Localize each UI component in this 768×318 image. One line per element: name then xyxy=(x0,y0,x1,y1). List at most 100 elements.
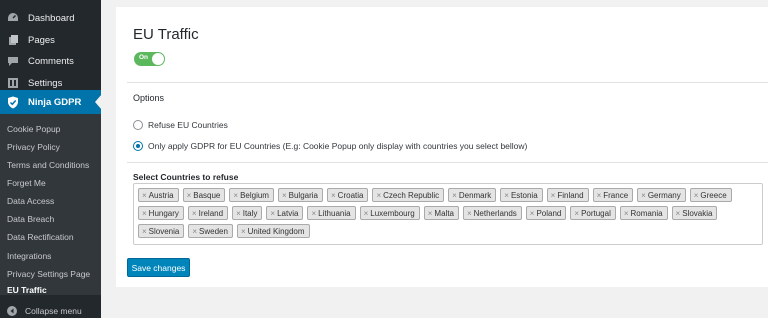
submenu-item-eu-traffic[interactable]: EU Traffic xyxy=(7,285,47,295)
country-tag[interactable]: × Finland xyxy=(546,188,589,202)
remove-tag-icon[interactable]: × xyxy=(233,191,238,200)
country-tag[interactable]: × Czech Republic xyxy=(372,188,445,202)
menu-item-ninja-gdpr[interactable]: Ninja GDPR xyxy=(0,90,101,114)
submenu-item-data-breach[interactable]: Data Breach xyxy=(7,214,54,224)
country-tag[interactable]: × Portugal xyxy=(570,206,616,220)
country-tag[interactable]: × France xyxy=(592,188,634,202)
submenu-item-data-rectification[interactable]: Data Rectification xyxy=(7,232,74,242)
toggle-knob xyxy=(152,53,164,65)
remove-tag-icon[interactable]: × xyxy=(364,209,369,218)
country-tag[interactable]: × Greece xyxy=(689,188,732,202)
country-tag[interactable]: × Luxembourg xyxy=(359,206,420,220)
remove-tag-icon[interactable]: × xyxy=(530,209,535,218)
remove-tag-icon[interactable]: × xyxy=(551,191,556,200)
remove-tag-icon[interactable]: × xyxy=(676,209,681,218)
country-tag-label: Portugal xyxy=(581,208,611,218)
country-tag[interactable]: × Hungary xyxy=(138,206,184,220)
remove-tag-icon[interactable]: × xyxy=(331,191,336,200)
country-tag[interactable]: × Ireland xyxy=(187,206,229,220)
options-label: Options xyxy=(133,93,165,103)
country-tag[interactable]: × Malta xyxy=(423,206,459,220)
remove-tag-icon[interactable]: × xyxy=(192,209,197,218)
remove-tag-icon[interactable]: × xyxy=(641,191,646,200)
country-tag-label: Slovenia xyxy=(148,226,180,236)
country-tag-label: Greece xyxy=(700,190,727,200)
country-tag[interactable]: × Slovakia xyxy=(671,206,718,220)
submenu-item-integrations[interactable]: Integrations xyxy=(7,251,51,261)
radio-label: Only apply GDPR for EU Countries (E.g: C… xyxy=(148,141,528,151)
submenu-item-privacy-policy[interactable]: Privacy Policy xyxy=(7,142,60,152)
country-tag[interactable]: × Sweden xyxy=(188,224,233,238)
shield-icon xyxy=(6,95,20,109)
country-tag[interactable]: × Italy xyxy=(232,206,263,220)
remove-tag-icon[interactable]: × xyxy=(311,209,316,218)
radio-refuse-eu[interactable]: Refuse EU Countries xyxy=(133,120,228,130)
remove-tag-icon[interactable]: × xyxy=(241,227,246,236)
country-tag-label: Czech Republic xyxy=(383,190,440,200)
country-tag[interactable]: × Basque xyxy=(182,188,226,202)
submenu-item-terms-and-conditions[interactable]: Terms and Conditions xyxy=(7,160,89,170)
collapse-menu-button[interactable]: Collapse menu xyxy=(0,304,101,318)
country-tag-label: Germany xyxy=(647,190,681,200)
menu-label-ninja-gdpr: Ninja GDPR xyxy=(28,96,82,108)
country-tag-label: Estonia xyxy=(510,190,538,200)
remove-tag-icon[interactable]: × xyxy=(624,209,629,218)
country-tag[interactable]: × Romania xyxy=(619,206,668,220)
radio-button-checked[interactable] xyxy=(133,141,143,151)
collapse-menu-label: Collapse menu xyxy=(25,306,82,316)
country-tag[interactable]: × Netherlands xyxy=(462,206,522,220)
radio-label: Refuse EU Countries xyxy=(148,120,228,130)
country-tag-label: France xyxy=(603,190,629,200)
remove-tag-icon[interactable]: × xyxy=(504,191,509,200)
menu-item-dashboard[interactable]: Dashboard xyxy=(0,6,101,30)
country-tag-label: Ireland xyxy=(198,208,224,218)
country-tag-label: Hungary xyxy=(148,208,179,218)
country-tag[interactable]: × Latvia xyxy=(266,206,304,220)
save-changes-button[interactable]: Save changes xyxy=(127,258,190,277)
country-tag-label: Italy xyxy=(242,208,258,218)
remove-tag-icon[interactable]: × xyxy=(428,209,433,218)
country-tag[interactable]: × Germany xyxy=(637,188,686,202)
submenu-item-data-access[interactable]: Data Access xyxy=(7,196,54,206)
countries-multiselect[interactable]: × Austria × Basque × Belgium × Bulgaria × Croatia… xyxy=(133,183,763,245)
country-tag-label: Netherlands xyxy=(473,208,517,218)
country-tag[interactable]: × Austria xyxy=(138,188,179,202)
menu-item-comments[interactable]: Comments xyxy=(0,49,101,73)
remove-tag-icon[interactable]: × xyxy=(142,227,147,236)
radio-button[interactable] xyxy=(133,120,143,130)
country-tag[interactable]: × Croatia xyxy=(327,188,369,202)
remove-tag-icon[interactable]: × xyxy=(142,209,147,218)
country-tag-label: Romania xyxy=(630,208,663,218)
country-tag-label: Malta xyxy=(434,208,454,218)
remove-tag-icon[interactable]: × xyxy=(694,191,699,200)
eu-traffic-toggle[interactable]: On xyxy=(134,52,165,66)
remove-tag-icon[interactable]: × xyxy=(270,209,275,218)
remove-tag-icon[interactable]: × xyxy=(282,191,287,200)
submenu-item-privacy-settings-page[interactable]: Privacy Settings Page xyxy=(7,269,90,279)
country-tag[interactable]: × Bulgaria xyxy=(277,188,323,202)
country-tag[interactable]: × United Kingdom xyxy=(236,224,310,238)
remove-tag-icon[interactable]: × xyxy=(467,209,472,218)
country-tag[interactable]: × Estonia xyxy=(500,188,543,202)
remove-tag-icon[interactable]: × xyxy=(376,191,381,200)
country-tag[interactable]: × Belgium xyxy=(229,188,274,202)
country-tag-label: Basque xyxy=(193,190,221,200)
remove-tag-icon[interactable]: × xyxy=(597,191,602,200)
country-tag[interactable]: × Poland xyxy=(525,206,567,220)
submenu-item-cookie-popup[interactable]: Cookie Popup xyxy=(7,124,60,134)
radio-only-eu[interactable]: Only apply GDPR for EU Countries (E.g: C… xyxy=(133,141,527,151)
remove-tag-icon[interactable]: × xyxy=(574,209,579,218)
submenu-item-forget-me[interactable]: Forget Me xyxy=(7,178,46,188)
active-menu-arrow xyxy=(95,94,102,110)
remove-tag-icon[interactable]: × xyxy=(187,191,192,200)
country-tag-label: Lithuania xyxy=(318,208,351,218)
country-tag[interactable]: × Slovenia xyxy=(138,224,185,238)
country-tag-label: Bulgaria xyxy=(288,190,318,200)
remove-tag-icon[interactable]: × xyxy=(142,191,147,200)
menu-label-settings: Settings xyxy=(28,77,63,89)
remove-tag-icon[interactable]: × xyxy=(236,209,241,218)
remove-tag-icon[interactable]: × xyxy=(192,227,197,236)
country-tag[interactable]: × Lithuania xyxy=(307,206,356,220)
remove-tag-icon[interactable]: × xyxy=(452,191,457,200)
country-tag[interactable]: × Denmark xyxy=(448,188,497,202)
